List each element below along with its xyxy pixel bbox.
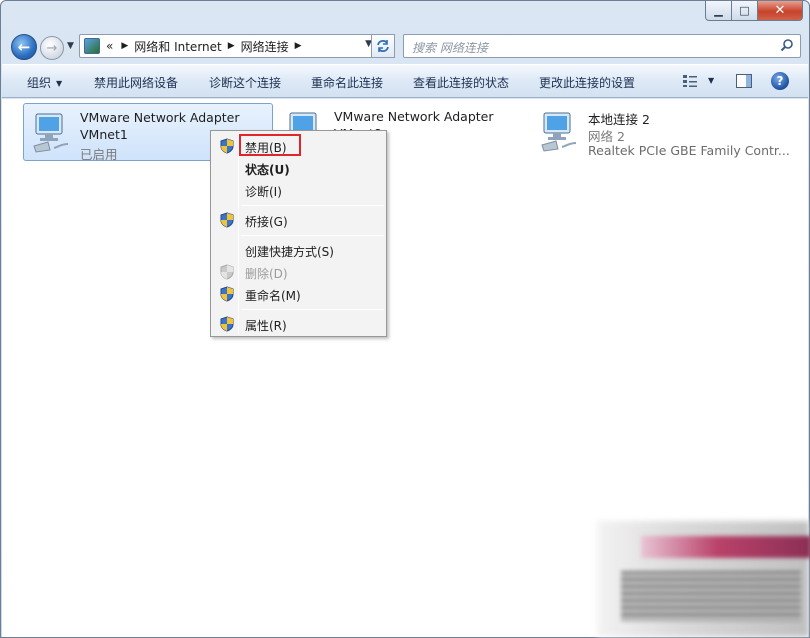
- menu-item-rename[interactable]: 重命名(M): [213, 283, 384, 305]
- menu-item-label: 诊断(I): [245, 185, 282, 199]
- rename-connection-button[interactable]: 重命名此连接: [311, 74, 383, 91]
- menu-item-label: 删除(D): [245, 267, 288, 281]
- organize-menu[interactable]: 组织 ▼: [27, 74, 62, 91]
- menu-item-properties[interactable]: 属性(R): [213, 313, 384, 335]
- minimize-button[interactable]: ▁: [705, 1, 732, 21]
- menu-item-create-shortcut[interactable]: 创建快捷方式(S): [213, 239, 384, 261]
- close-button[interactable]: ✕: [758, 1, 803, 21]
- menu-item-bridge[interactable]: 桥接(G): [213, 209, 384, 231]
- search-icon[interactable]: [780, 38, 794, 52]
- context-menu: 禁用(B) 状态(U) 诊断(I) 桥接(G) 创建快捷方式(S) 删除(D): [210, 130, 387, 337]
- recent-pages-dropdown[interactable]: ▼: [67, 41, 74, 51]
- adapter-device: Realtek PCIe GBE Family Contr...: [588, 143, 790, 158]
- diagnose-connection-button[interactable]: 诊断这个连接: [209, 74, 281, 91]
- refresh-button[interactable]: [371, 34, 395, 58]
- help-button[interactable]: ?: [771, 72, 789, 90]
- blurred-overlay-bar: [641, 536, 810, 558]
- network-folder-icon: [84, 38, 100, 54]
- preview-pane-icon[interactable]: [736, 74, 752, 88]
- explorer-window: ▁ □ ✕ ← → ▼ « ▶ 网络和 Internet ▶ 网络连接 ▶ ▼: [0, 0, 810, 638]
- network-adapter-icon: [33, 113, 69, 153]
- uac-shield-icon: [220, 264, 234, 280]
- adapter-name: VMware Network Adapter: [334, 109, 494, 124]
- chevron-right-icon[interactable]: ▶: [228, 41, 235, 51]
- search-input[interactable]: 搜索 网络连接: [403, 34, 801, 58]
- menu-item-status[interactable]: 状态(U): [213, 157, 384, 179]
- forward-arrow-icon: →: [46, 40, 58, 56]
- search-placeholder: 搜索 网络连接: [412, 41, 488, 55]
- menu-item-delete: 删除(D): [213, 261, 384, 283]
- address-bar[interactable]: « ▶ 网络和 Internet ▶ 网络连接 ▶ ▼: [79, 34, 377, 58]
- breadcrumb-network-connections[interactable]: 网络连接: [241, 38, 289, 55]
- uac-shield-icon: [220, 138, 234, 154]
- menu-separator: [241, 309, 384, 310]
- navigation-bar: ← → ▼ « ▶ 网络和 Internet ▶ 网络连接 ▶ ▼ 搜索 网络连…: [9, 33, 803, 61]
- network-adapter-icon: [541, 112, 577, 152]
- adapter-network: VMnet1: [80, 127, 128, 142]
- disable-device-button[interactable]: 禁用此网络设备: [94, 74, 178, 91]
- address-overflow[interactable]: «: [106, 39, 113, 53]
- menu-item-label: 重命名(M): [245, 289, 301, 303]
- back-arrow-icon: ←: [17, 38, 31, 56]
- menu-separator: [241, 205, 384, 206]
- view-options-icon[interactable]: [682, 74, 698, 88]
- chevron-right-icon: ▶: [121, 41, 129, 51]
- menu-item-diagnose[interactable]: 诊断(I): [213, 179, 384, 201]
- chevron-down-icon: ▼: [56, 79, 63, 88]
- organize-label: 组织: [27, 76, 52, 90]
- change-settings-button[interactable]: 更改此连接的设置: [539, 74, 635, 91]
- command-bar: 组织 ▼ 禁用此网络设备 诊断这个连接 重命名此连接 查看此连接的状态 更改此连接…: [2, 64, 808, 98]
- uac-shield-icon: [220, 316, 234, 332]
- view-status-button[interactable]: 查看此连接的状态: [413, 74, 509, 91]
- view-dropdown-icon[interactable]: ▼: [708, 76, 714, 85]
- menu-separator: [241, 235, 384, 236]
- maximize-button[interactable]: □: [732, 1, 758, 21]
- chevron-right-icon[interactable]: ▶: [295, 41, 302, 51]
- adapter-local-connection-2[interactable]: 本地连接 2 网络 2 Realtek PCIe GBE Family Cont…: [532, 103, 792, 161]
- uac-shield-icon: [220, 286, 234, 302]
- refresh-icon: [377, 40, 389, 52]
- highlight-annotation: [239, 134, 301, 156]
- blurred-overlay-stripes: [621, 571, 801, 621]
- adapter-name: VMware Network Adapter: [80, 110, 240, 125]
- menu-item-label: 创建快捷方式(S): [245, 245, 334, 259]
- forward-button[interactable]: →: [40, 36, 64, 60]
- menu-item-label: 状态(U): [245, 163, 290, 177]
- breadcrumb-network-internet[interactable]: 网络和 Internet: [134, 38, 221, 55]
- adapter-status: 已启用: [80, 147, 118, 162]
- back-button[interactable]: ←: [11, 34, 37, 60]
- uac-shield-icon: [220, 212, 234, 228]
- menu-item-label: 桥接(G): [245, 215, 288, 229]
- menu-item-label: 属性(R): [245, 319, 287, 333]
- caption-buttons: ▁ □ ✕: [705, 1, 803, 21]
